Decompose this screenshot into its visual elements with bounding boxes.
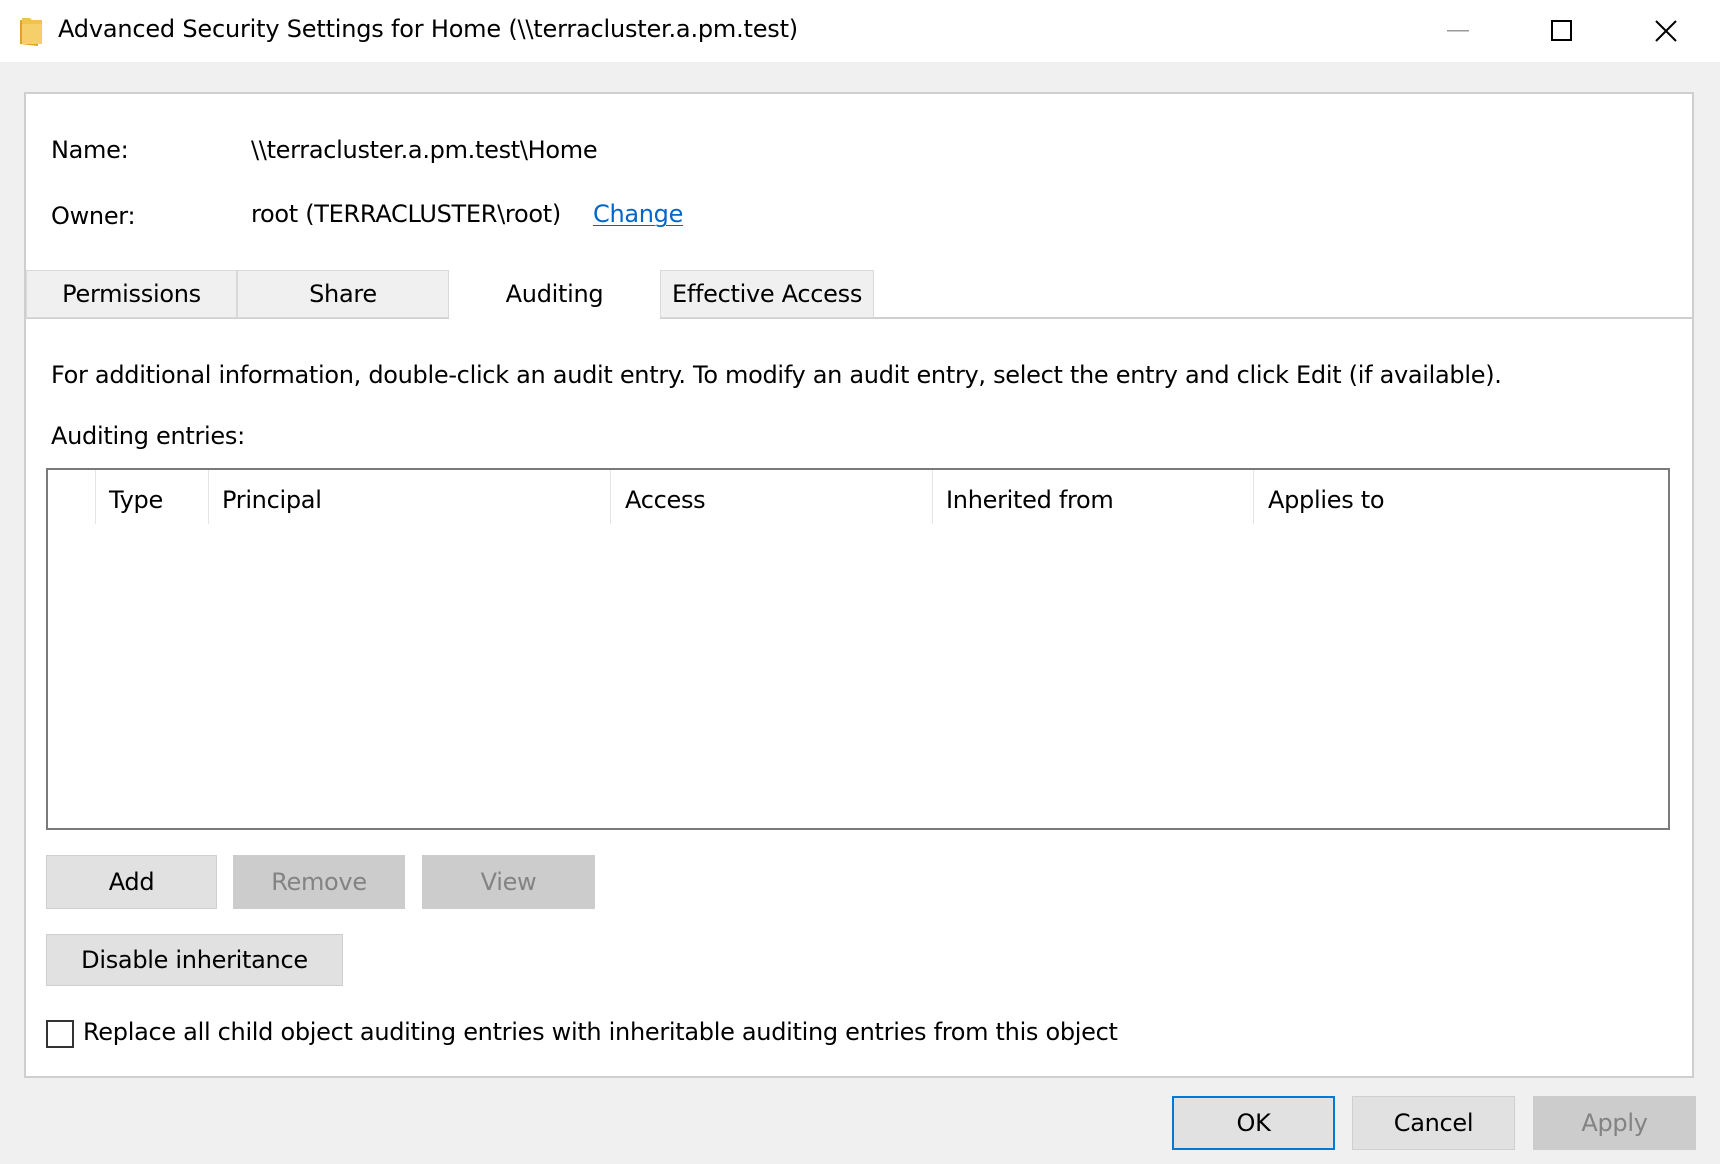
ok-button[interactable]: OK [1172,1096,1335,1150]
replace-child-entries-label[interactable]: Replace all child object auditing entrie… [83,1018,1118,1046]
name-label: Name: [51,136,129,164]
change-owner-link[interactable]: Change [593,200,683,228]
owner-value: root (TERRACLUSTER\root) [251,200,561,228]
maximize-button[interactable] [1510,0,1614,62]
window-title: Advanced Security Settings for Home (\\t… [58,15,798,43]
column-header-type[interactable]: Type [109,478,209,522]
minimize-icon [1447,30,1469,32]
tab-permissions[interactable]: Permissions [26,270,237,318]
apply-button[interactable]: Apply [1533,1096,1696,1150]
column-separator[interactable] [610,470,611,524]
disable-inheritance-button[interactable]: Disable inheritance [46,934,343,986]
close-button[interactable] [1614,0,1718,62]
cancel-button[interactable]: Cancel [1352,1096,1515,1150]
owner-label: Owner: [51,202,136,230]
name-value: \\terracluster.a.pm.test\Home [251,136,598,164]
maximize-icon [1551,20,1572,41]
column-header-access[interactable]: Access [625,478,925,522]
view-button[interactable]: View [422,855,595,909]
minimize-button[interactable] [1406,0,1510,62]
column-separator[interactable] [932,470,933,524]
auditing-info-text: For additional information, double-click… [51,361,1502,389]
column-separator[interactable] [95,470,96,524]
tab-auditing[interactable]: Auditing [449,268,660,320]
folder-icon [20,18,42,46]
tab-share[interactable]: Share [237,270,449,318]
add-button[interactable]: Add [46,855,217,909]
column-header-inherited-from[interactable]: Inherited from [946,478,1246,522]
column-separator[interactable] [1253,470,1254,524]
remove-button[interactable]: Remove [233,855,405,909]
column-header-icon[interactable] [48,478,95,522]
column-header-applies-to[interactable]: Applies to [1268,478,1648,522]
replace-child-entries-checkbox[interactable] [46,1020,74,1048]
tab-effective-access[interactable]: Effective Access [660,270,874,318]
close-icon [1655,20,1677,42]
auditing-entries-label: Auditing entries: [51,422,245,450]
column-header-principal[interactable]: Principal [222,478,602,522]
auditing-entries-list[interactable] [46,468,1670,830]
column-separator[interactable] [208,470,209,524]
